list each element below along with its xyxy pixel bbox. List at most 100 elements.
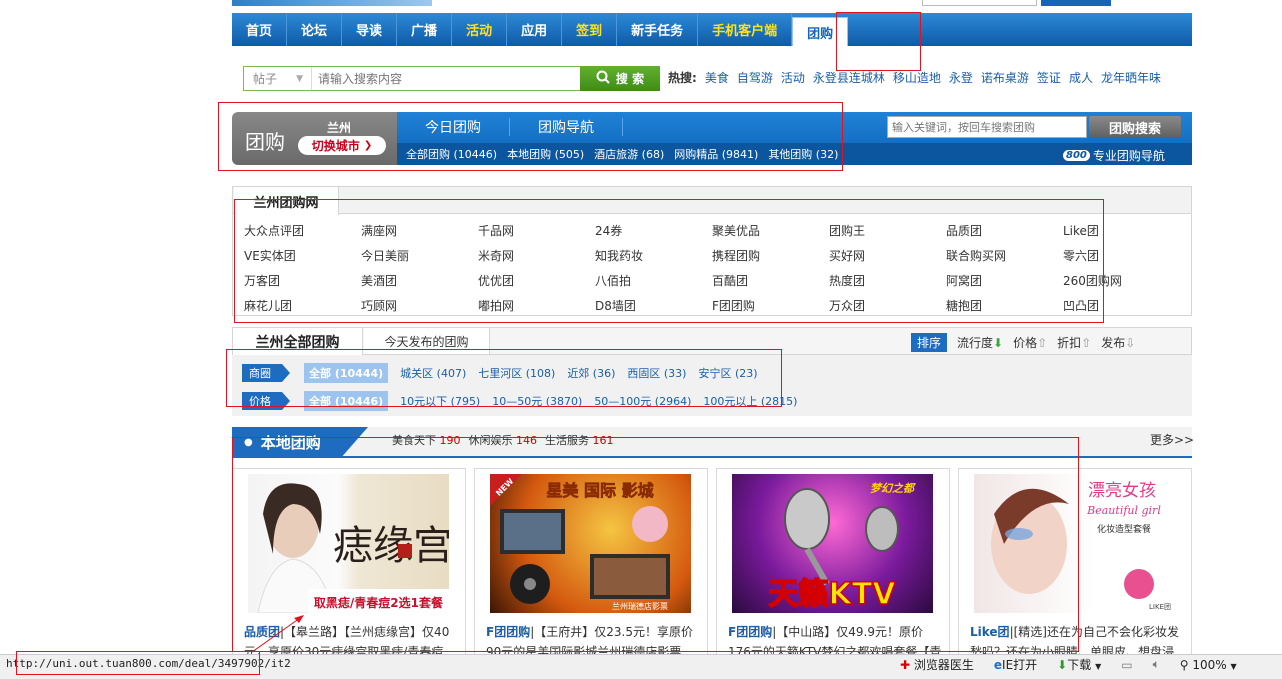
- nav-item-8[interactable]: 手机客户端: [698, 13, 793, 46]
- site-link[interactable]: 携程团购: [712, 243, 829, 268]
- site-link[interactable]: 大众点评团: [244, 218, 361, 243]
- tuangou-category-link[interactable]: 酒店旅游 (68): [594, 146, 664, 162]
- tuangou-search-button[interactable]: 团购搜索: [1089, 116, 1181, 138]
- site-link[interactable]: 万众团: [829, 293, 946, 318]
- site-link[interactable]: 今日美丽: [361, 243, 478, 268]
- area-filter-option[interactable]: 城关区 (407): [400, 365, 466, 381]
- ie-open-button[interactable]: eIE打开: [994, 656, 1037, 673]
- site-link[interactable]: 凹凸团: [1063, 293, 1180, 318]
- local-subcategory-link[interactable]: 休闲娱乐 146: [469, 432, 538, 448]
- deal-site[interactable]: Like团: [970, 625, 1010, 639]
- search-button[interactable]: 搜 索: [580, 66, 660, 91]
- local-subcategory-link[interactable]: 生活服务 161: [545, 432, 614, 448]
- area-filter-option[interactable]: 近郊 (36): [567, 365, 615, 381]
- site-link[interactable]: 联合购买网: [946, 243, 1063, 268]
- top-search-input[interactable]: [922, 0, 1037, 6]
- area-filter-option[interactable]: 安宁区 (23): [698, 365, 757, 381]
- hot-search-link[interactable]: 成人: [1069, 69, 1093, 86]
- hot-search-link[interactable]: 美食: [705, 69, 729, 86]
- top-search-button[interactable]: [1041, 0, 1111, 6]
- site-link[interactable]: 知我药妆: [595, 243, 712, 268]
- hot-search-link[interactable]: 龙年晒年味: [1101, 69, 1161, 86]
- download-button[interactable]: ⬇下载 ▼: [1057, 656, 1101, 673]
- tuangou-category-link[interactable]: 本地团购 (505): [507, 146, 584, 162]
- deal-description[interactable]: F团团购|【中山路】仅49.9元！原价176元的天籁KTV梦幻之都欢唱套餐【青: [728, 622, 943, 657]
- hot-search-link[interactable]: 活动: [781, 69, 805, 86]
- tuangou-tab-0[interactable]: 今日团购: [397, 118, 510, 136]
- site-link[interactable]: 八佰拍: [595, 268, 712, 293]
- tuan800-brand[interactable]: 800 专业团购导航: [1063, 147, 1165, 164]
- price-filter-option[interactable]: 50—100元 (2964): [594, 393, 691, 409]
- price-filter-option[interactable]: 100元以上 (2815): [703, 393, 797, 409]
- site-link[interactable]: 聚美优品: [712, 218, 829, 243]
- site-link[interactable]: 260团购网: [1063, 268, 1180, 293]
- site-link[interactable]: 买好网: [829, 243, 946, 268]
- nav-item-0[interactable]: 首页: [232, 13, 288, 46]
- site-link[interactable]: 万客团: [244, 268, 361, 293]
- deal-site[interactable]: F团团购: [728, 625, 772, 639]
- hot-search-link[interactable]: 诺布桌游: [981, 69, 1029, 86]
- deal-image[interactable]: 取黑痣/青春痘2选1套餐 痣缘宫: [248, 474, 449, 613]
- site-link[interactable]: 巧顾网: [361, 293, 478, 318]
- area-filter-all[interactable]: 全部 (10444): [304, 363, 389, 383]
- site-link[interactable]: 零六团: [1063, 243, 1180, 268]
- price-filter-option[interactable]: 10元以下 (795): [400, 393, 480, 409]
- deal-description[interactable]: F团团购|【王府井】仅23.5元！享原价90元的星美国际影城兰州瑞德店影票: [486, 622, 701, 657]
- deal-image[interactable]: 漂亮女孩 Beautiful girl 化妆造型套餐 LIKE团: [974, 474, 1175, 613]
- tuangou-category-link[interactable]: 网购精品 (9841): [674, 146, 758, 162]
- nav-item-2[interactable]: 导读: [342, 13, 398, 46]
- site-link[interactable]: 嘟拍网: [478, 293, 595, 318]
- window-icon[interactable]: ▭: [1121, 658, 1132, 672]
- sort-option[interactable]: 折扣⇧: [1057, 334, 1091, 351]
- site-link[interactable]: 品质团: [946, 218, 1063, 243]
- tuangou-category-link[interactable]: 其他团购 (32): [768, 146, 838, 162]
- speaker-icon[interactable]: 🔈︎: [1153, 657, 1160, 672]
- site-link[interactable]: F团团购: [712, 293, 829, 318]
- deal-image[interactable]: 梦幻之都 天籁KTV: [732, 474, 933, 613]
- nav-item-9[interactable]: 团购: [792, 17, 849, 46]
- search-category-select[interactable]: 帖子 ▼: [244, 67, 312, 90]
- site-link[interactable]: 满座网: [361, 218, 478, 243]
- site-link[interactable]: 麻花儿团: [244, 293, 361, 318]
- site-link[interactable]: 热度团: [829, 268, 946, 293]
- nav-item-6[interactable]: 签到: [562, 13, 618, 46]
- sort-option[interactable]: 发布⇩: [1101, 334, 1135, 351]
- nav-item-4[interactable]: 活动: [452, 13, 508, 46]
- area-filter-option[interactable]: 西固区 (33): [627, 365, 686, 381]
- tuangou-tab-1[interactable]: 团购导航: [510, 118, 623, 136]
- tab-today-deals[interactable]: 今天发布的团购: [364, 328, 490, 354]
- deal-description[interactable]: Like团|[精选]还在为自己不会化彩妆发愁吗？还在为小眼睛、单眼皮、想盘浸: [970, 622, 1185, 657]
- nav-item-1[interactable]: 论坛: [287, 13, 343, 46]
- site-link[interactable]: 千品网: [478, 218, 595, 243]
- zoom-control[interactable]: ⚲ 100% ▼: [1180, 658, 1237, 672]
- site-link[interactable]: 糖抱团: [946, 293, 1063, 318]
- site-link[interactable]: 美酒团: [361, 268, 478, 293]
- more-link[interactable]: 更多>>: [1150, 431, 1194, 448]
- hot-search-link[interactable]: 自驾游: [737, 69, 773, 86]
- site-link[interactable]: 团购王: [829, 218, 946, 243]
- nav-item-5[interactable]: 应用: [507, 13, 563, 46]
- deal-image[interactable]: NEW 星美 国际 影城 兰州瑞德店影票: [490, 474, 691, 613]
- nav-item-7[interactable]: 新手任务: [617, 13, 699, 46]
- tab-all-deals[interactable]: 兰州全部团购: [233, 328, 363, 355]
- local-subcategory-link[interactable]: 美食天下 190: [392, 432, 461, 448]
- site-link[interactable]: 百酷团: [712, 268, 829, 293]
- site-link[interactable]: D8墙团: [595, 293, 712, 318]
- switch-city-button[interactable]: 切换城市 ❯: [298, 136, 386, 155]
- hot-search-link[interactable]: 签证: [1037, 69, 1061, 86]
- search-input[interactable]: [312, 67, 580, 90]
- hot-search-link[interactable]: 移山造地: [893, 69, 941, 86]
- price-filter-option[interactable]: 10—50元 (3870): [492, 393, 582, 409]
- site-link[interactable]: 24券: [595, 218, 712, 243]
- area-filter-option[interactable]: 七里河区 (108): [478, 365, 555, 381]
- deal-site[interactable]: F团团购: [486, 625, 530, 639]
- browser-doctor-button[interactable]: ✚ 浏览器医生: [900, 656, 974, 673]
- site-link[interactable]: 优优团: [478, 268, 595, 293]
- hot-search-link[interactable]: 永登县连城林: [813, 69, 885, 86]
- site-logo[interactable]: [232, 0, 432, 6]
- deal-card[interactable]: 漂亮女孩 Beautiful girl 化妆造型套餐 LIKE团 Like团|[…: [958, 468, 1192, 658]
- tuangou-category-link[interactable]: 全部团购 (10446): [406, 146, 497, 162]
- site-link[interactable]: 米奇网: [478, 243, 595, 268]
- deal-card[interactable]: 梦幻之都 天籁KTV F团团购|【中山路】仅49.9元！原价176元的天籁KTV…: [716, 468, 950, 658]
- nav-item-3[interactable]: 广播: [397, 13, 453, 46]
